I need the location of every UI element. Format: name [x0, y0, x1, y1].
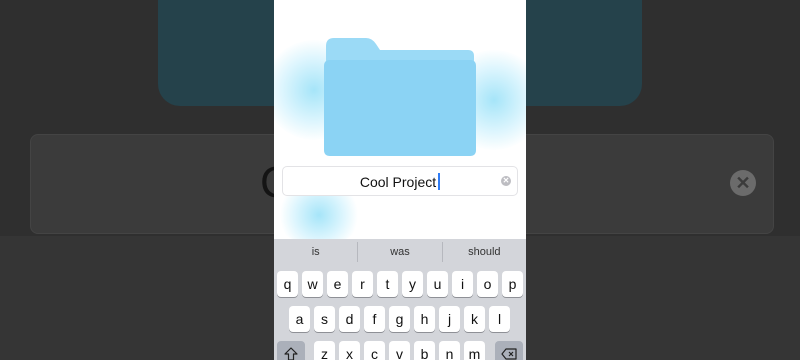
key-n[interactable]: n	[439, 341, 460, 360]
x-circle-icon[interactable]: ✕	[501, 176, 511, 186]
key-v[interactable]: v	[389, 341, 410, 360]
key-h[interactable]: h	[414, 306, 435, 332]
key-r[interactable]: r	[352, 271, 373, 297]
key-row-2: a s d f g h j k l	[274, 306, 526, 332]
key-y[interactable]: y	[402, 271, 423, 297]
suggestion-2[interactable]: was	[358, 239, 441, 265]
key-t[interactable]: t	[377, 271, 398, 297]
folder-name-value: Cool Project	[359, 174, 437, 190]
key-x[interactable]: x	[339, 341, 360, 360]
key-s[interactable]: s	[314, 306, 335, 332]
key-l[interactable]: l	[489, 306, 510, 332]
delete-key[interactable]	[495, 341, 523, 360]
suggestion-bar: is was should	[274, 239, 526, 265]
key-j[interactable]: j	[439, 306, 460, 332]
background-clear-icon: ✕	[730, 170, 756, 196]
key-row-3: z x c v b n m	[274, 341, 526, 360]
folder-name-field[interactable]: Cool Project ✕	[282, 166, 518, 196]
suggestion-1[interactable]: is	[274, 239, 357, 265]
text-caret	[438, 173, 441, 190]
shift-icon	[284, 347, 298, 360]
key-e[interactable]: e	[327, 271, 348, 297]
phone-screen: Cool Project ✕ is was should q w e r t y…	[274, 0, 526, 360]
key-row-1: q w e r t y u i o p	[274, 271, 526, 297]
folder-name-text: Cool Project	[283, 173, 517, 190]
key-q[interactable]: q	[277, 271, 298, 297]
key-d[interactable]: d	[339, 306, 360, 332]
key-f[interactable]: f	[364, 306, 385, 332]
key-w[interactable]: w	[302, 271, 323, 297]
key-a[interactable]: a	[289, 306, 310, 332]
folder-icon	[324, 38, 476, 156]
keyboard: is was should q w e r t y u i o p a s d …	[274, 239, 526, 360]
key-c[interactable]: c	[364, 341, 385, 360]
key-k[interactable]: k	[464, 306, 485, 332]
suggestion-3[interactable]: should	[443, 239, 526, 265]
key-p[interactable]: p	[502, 271, 523, 297]
key-z[interactable]: z	[314, 341, 335, 360]
key-o[interactable]: o	[477, 271, 498, 297]
key-u[interactable]: u	[427, 271, 448, 297]
key-m[interactable]: m	[464, 341, 485, 360]
key-i[interactable]: i	[452, 271, 473, 297]
shift-key[interactable]	[277, 341, 305, 360]
backspace-icon	[501, 348, 517, 360]
key-b[interactable]: b	[414, 341, 435, 360]
key-g[interactable]: g	[389, 306, 410, 332]
